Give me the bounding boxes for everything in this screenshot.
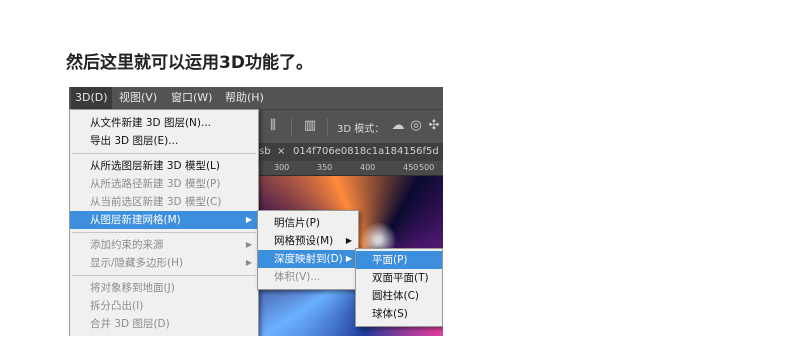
menu-3d[interactable]: 3D(D) [71, 87, 112, 109]
ruler-tick: 500 [419, 163, 435, 172]
menu-item-two-sided-plane[interactable]: 双面平面(T) [356, 269, 442, 287]
toolbar-divider [291, 118, 292, 136]
chevron-right-icon: ▶ [245, 240, 252, 249]
3d-mode-label: 3D 模式： [337, 124, 385, 135]
depth-map-submenu: 平面(P) 双面平面(T) 圆柱体(C) 球体(S) [355, 248, 443, 327]
ruler-tick: 400 [360, 163, 376, 172]
menu-item-cylinder[interactable]: 圆柱体(C) [356, 287, 442, 305]
ruler-tick: 450 [403, 163, 419, 172]
menu-item-new-model-from-selection: 从当前选区新建 3D 模型(C) [90, 196, 222, 208]
pan-icon[interactable]: ✣ [427, 119, 441, 133]
menu-item-new-from-file[interactable]: 从文件新建 3D 图层(N)... [70, 114, 258, 132]
photoshop-screenshot: 3D(D) 视图(V) 窗口(W) 帮助(H) ⫼ ▥ 3D 模式： ☁ ◎ ✣… [69, 87, 443, 336]
menu-item-merge-3d-layers: 合并 3D 图层(D) [90, 318, 170, 330]
chevron-right-icon: ▶ [245, 258, 252, 267]
menu-item-sphere[interactable]: 球体(S) [356, 305, 442, 323]
chevron-right-icon: ▶ [345, 254, 352, 263]
menu-item-new-model-from-path: 从所选路径新建 3D 模型(P) [90, 178, 221, 190]
menu-separator [72, 153, 256, 154]
tab-previous[interactable]: sb [259, 143, 271, 161]
menu-separator [72, 232, 256, 233]
ruler-tick: 300 [274, 163, 290, 172]
menu-item-label: 添加约束的来源 [90, 239, 164, 251]
close-icon[interactable]: × [277, 143, 285, 161]
menu-item-volume: 体积(V)... [274, 271, 321, 283]
menu-item-depth-map-to[interactable]: 深度映射到(D) ▶ [258, 250, 358, 268]
menu-item-plane[interactable]: 平面(P) [356, 251, 442, 269]
orbit-icon[interactable]: ☁ [391, 119, 405, 133]
menu-item-label: 深度映射到(D) [274, 253, 343, 265]
menu-item-postcard[interactable]: 明信片(P) [258, 214, 358, 232]
align-icon[interactable]: ⫼ [266, 119, 280, 133]
menu-separator [72, 275, 256, 276]
tab-active-document[interactable]: 014f706e0818c1a184156f5d [293, 143, 439, 161]
chevron-right-icon: ▶ [245, 215, 252, 224]
menu-item-add-constraint-source: 添加约束的来源 ▶ [70, 236, 258, 254]
menu-view[interactable]: 视图(V) [115, 87, 161, 109]
menu-item-mesh-preset[interactable]: 网格预设(M) ▶ [258, 232, 358, 250]
ruler-tick: 350 [317, 163, 333, 172]
roll-icon[interactable]: ◎ [409, 119, 423, 133]
chevron-right-icon: ▶ [345, 236, 352, 245]
menu-item-show-hide-polygons: 显示/隐藏多边形(H) ▶ [70, 254, 258, 272]
menu-help[interactable]: 帮助(H) [221, 87, 268, 109]
menu-item-new-model-from-layer[interactable]: 从所选图层新建 3D 模型(L) [70, 157, 258, 175]
menu-item-export-3d-layer[interactable]: 导出 3D 图层(E)... [70, 132, 258, 150]
distribute-icon[interactable]: ▥ [303, 119, 317, 133]
menu-item-label: 显示/隐藏多边形(H) [90, 257, 184, 269]
toolbar-divider [327, 118, 328, 136]
mesh-submenu: 明信片(P) 网格预设(M) ▶ 深度映射到(D) ▶ 体积(V)... [257, 210, 359, 290]
menu-item-split-extrusion: 拆分凸出(I) [90, 300, 144, 312]
3d-dropdown-menu: 从文件新建 3D 图层(N)... 导出 3D 图层(E)... 从所选图层新建… [69, 109, 259, 336]
menu-item-label: 从图层新建网格(M) [90, 214, 181, 226]
menu-item-new-mesh-from-layer[interactable]: 从图层新建网格(M) ▶ [70, 211, 258, 229]
menu-window[interactable]: 窗口(W) [167, 87, 216, 109]
menu-item-move-to-ground: 将对象移到地面(J) [90, 282, 175, 294]
menu-bar: 3D(D) 视图(V) 窗口(W) 帮助(H) [69, 87, 443, 109]
caption-text: 然后这里就可以运用3D功能了。 [66, 53, 313, 73]
menu-item-label: 网格预设(M) [274, 235, 334, 247]
